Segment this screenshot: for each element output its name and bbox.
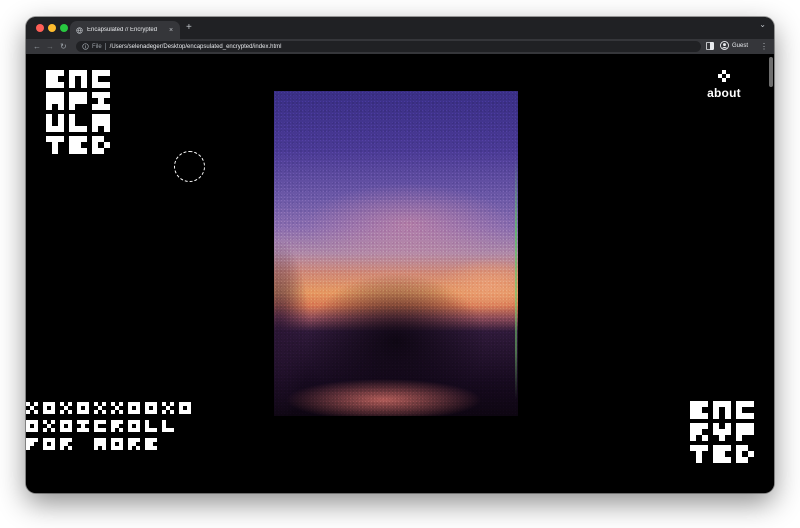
artwork-image xyxy=(274,91,518,416)
cursor-circle xyxy=(174,151,205,182)
back-button[interactable]: ← xyxy=(33,40,41,53)
scroll-for-more-text xyxy=(26,402,196,454)
scroll-text-glyph xyxy=(43,402,55,414)
scroll-text-glyph xyxy=(162,420,174,432)
scroll-text-glyph xyxy=(26,438,38,450)
logo-top-glyph xyxy=(92,136,110,154)
tab-encapsulated[interactable]: Encapsulated // Encrypted × xyxy=(70,21,180,39)
tab-close-icon[interactable]: × xyxy=(166,27,176,34)
logo-bottom-glyph xyxy=(713,423,731,441)
scroll-for-more-glyphs xyxy=(26,402,191,450)
logo-top-glyph xyxy=(69,136,87,154)
scroll-text-glyph xyxy=(179,402,191,414)
logo-top-glyph xyxy=(92,70,110,88)
scroll-text-glyph xyxy=(26,420,38,432)
logo-top-glyph xyxy=(92,114,110,132)
logo-bottom-glyph xyxy=(690,423,708,441)
logo-bottom-glyph xyxy=(713,401,731,419)
scroll-text-glyph xyxy=(77,402,89,414)
tab-bar: Encapsulated // Encrypted × + ⌄ xyxy=(26,17,774,39)
globe-icon xyxy=(76,26,83,34)
logo-top-glyph xyxy=(46,92,64,110)
browser-window: Encapsulated // Encrypted × + ⌄ ← → ↻ Fi… xyxy=(26,17,774,493)
scroll-text-glyph xyxy=(77,420,89,432)
page-scrollbar[interactable] xyxy=(767,54,774,493)
scroll-text-glyph xyxy=(94,402,106,414)
scroll-text-glyph xyxy=(145,420,157,432)
reload-button[interactable]: ↻ xyxy=(60,40,67,53)
logo-top-glyph xyxy=(69,70,87,88)
profile-label: Guest xyxy=(732,42,749,49)
scroll-text-glyph xyxy=(60,402,72,414)
page-viewport: ENC APS ULA TED about xyxy=(26,54,774,493)
minimize-window-button[interactable] xyxy=(48,24,56,32)
artwork-grain-layer xyxy=(274,91,518,416)
logo-bottom-glyph xyxy=(713,445,731,463)
scroll-text-glyph xyxy=(111,420,123,432)
tab-title: Encapsulated // Encrypted xyxy=(87,27,158,33)
logo-encrypted-glyphs xyxy=(690,401,754,463)
scrollbar-thumb[interactable] xyxy=(769,57,773,87)
logo-encapsulated-glyphs xyxy=(46,70,110,154)
scroll-text-glyph xyxy=(94,438,106,450)
scroll-text-glyph xyxy=(26,402,38,414)
about-link[interactable]: about xyxy=(704,70,744,102)
scroll-text-glyph xyxy=(111,438,123,450)
logo-top-glyph xyxy=(46,136,64,154)
diamond-icon xyxy=(718,70,730,82)
logo-encrypted[interactable] xyxy=(690,401,756,467)
logo-top-glyph xyxy=(46,70,64,88)
logo-top-glyph xyxy=(69,114,87,132)
artwork-edge-highlight xyxy=(515,159,517,399)
scroll-text-glyph xyxy=(128,438,140,450)
scroll-text-glyph xyxy=(128,420,140,432)
address-divider xyxy=(104,43,106,50)
side-panel-icon[interactable] xyxy=(706,42,714,50)
logo-bottom-glyph xyxy=(690,445,708,463)
logo-encapsulated[interactable]: ENC APS ULA TED xyxy=(46,70,112,156)
info-icon[interactable] xyxy=(82,43,89,50)
logo-bottom-glyph xyxy=(736,401,754,419)
forward-button[interactable]: → xyxy=(46,40,54,53)
scroll-text-glyph xyxy=(94,420,106,432)
scroll-text-glyph xyxy=(60,438,72,450)
about-label: about xyxy=(707,86,741,100)
scroll-text-glyph xyxy=(162,402,174,414)
scroll-text-glyph xyxy=(145,402,157,414)
logo-top-glyph xyxy=(46,114,64,132)
logo-bottom-glyph xyxy=(736,445,754,463)
scroll-text-glyph xyxy=(111,402,123,414)
logo-top-glyph xyxy=(92,92,110,110)
browser-toolbar: ← → ↻ File /Users/selenadeger/Desktop/en… xyxy=(26,39,774,54)
close-window-button[interactable] xyxy=(36,24,44,32)
maximize-window-button[interactable] xyxy=(60,24,68,32)
address-scheme: File xyxy=(92,43,102,50)
profile-button[interactable]: Guest xyxy=(720,41,748,50)
address-bar[interactable]: File /Users/selenadeger/Desktop/encapsul… xyxy=(76,41,701,52)
logo-bottom-glyph xyxy=(690,401,708,419)
scroll-text-glyph xyxy=(60,420,72,432)
menu-icon[interactable]: ⋮ xyxy=(760,40,768,53)
new-tab-button[interactable]: + xyxy=(186,21,192,35)
logo-top-glyph xyxy=(69,92,87,110)
scroll-text-glyph xyxy=(43,438,55,450)
scroll-text-glyph xyxy=(145,438,157,450)
avatar-icon xyxy=(720,41,729,50)
logo-bottom-glyph xyxy=(736,423,754,441)
address-url[interactable]: /Users/selenadeger/Desktop/encapsulated_… xyxy=(110,44,282,50)
scroll-text-glyph xyxy=(128,402,140,414)
chevron-down-icon[interactable]: ⌄ xyxy=(759,20,766,29)
scroll-text-glyph xyxy=(43,420,55,432)
